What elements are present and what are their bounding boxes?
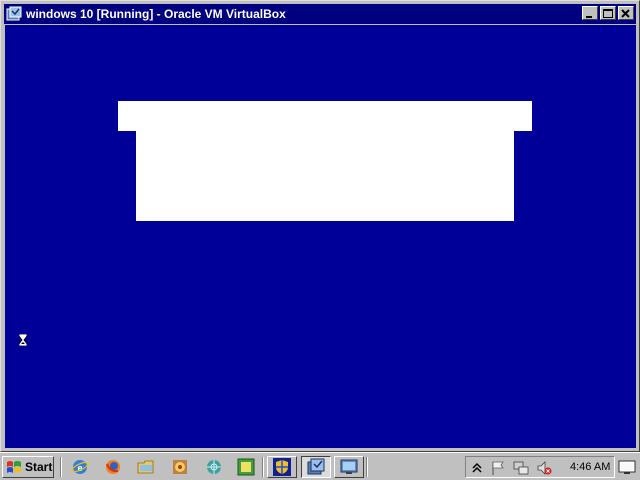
internet-explorer-icon[interactable]: e	[71, 458, 89, 476]
chevron-up-icon[interactable]	[469, 460, 485, 476]
taskbar-separator	[262, 457, 264, 477]
firefox-icon[interactable]	[104, 458, 122, 476]
minimize-button[interactable]	[582, 6, 598, 20]
taskbar-separator	[366, 457, 368, 477]
close-button[interactable]	[618, 6, 634, 20]
start-label: Start	[25, 460, 53, 474]
window-title: windows 10 [Running] - Oracle VM Virtual…	[26, 7, 286, 21]
hourglass-icon	[19, 334, 27, 346]
start-button[interactable]: Start	[2, 456, 54, 478]
task-button-remote-desktop[interactable]	[334, 456, 364, 478]
app-icon[interactable]	[237, 458, 255, 476]
folder-icon[interactable]	[137, 458, 155, 476]
clock[interactable]: 4:46 AM	[570, 461, 610, 473]
maximize-icon	[603, 9, 613, 18]
shield-icon	[273, 458, 291, 476]
remote-desktop-icon	[340, 459, 358, 474]
virtualbox-icon	[307, 458, 325, 475]
virtualbox-window: windows 10 [Running] - Oracle VM Virtual…	[0, 0, 640, 452]
flag-icon[interactable]	[490, 460, 506, 476]
task-button-security[interactable]	[267, 456, 297, 478]
network-icon[interactable]	[205, 458, 223, 476]
blank-dialog-body	[136, 131, 514, 221]
network-icon[interactable]	[513, 460, 529, 476]
volume-muted-icon[interactable]	[536, 460, 552, 476]
media-icon[interactable]	[171, 458, 189, 476]
maximize-button[interactable]	[600, 6, 616, 20]
vm-display[interactable]	[5, 25, 636, 448]
title-bar[interactable]: windows 10 [Running] - Oracle VM Virtual…	[4, 4, 636, 24]
virtualbox-icon[interactable]	[6, 6, 22, 22]
system-tray: 4:46 AM	[465, 456, 615, 478]
minimize-icon	[586, 16, 592, 18]
taskbar: Start e 4:46 AM	[0, 452, 640, 480]
task-button-virtualbox[interactable]	[301, 456, 331, 478]
close-icon	[621, 9, 630, 18]
blank-dialog-header	[118, 101, 532, 131]
windows-logo-icon	[7, 461, 21, 473]
show-desktop-icon[interactable]	[618, 458, 636, 476]
window-controls	[580, 6, 634, 20]
taskbar-separator	[60, 457, 62, 477]
